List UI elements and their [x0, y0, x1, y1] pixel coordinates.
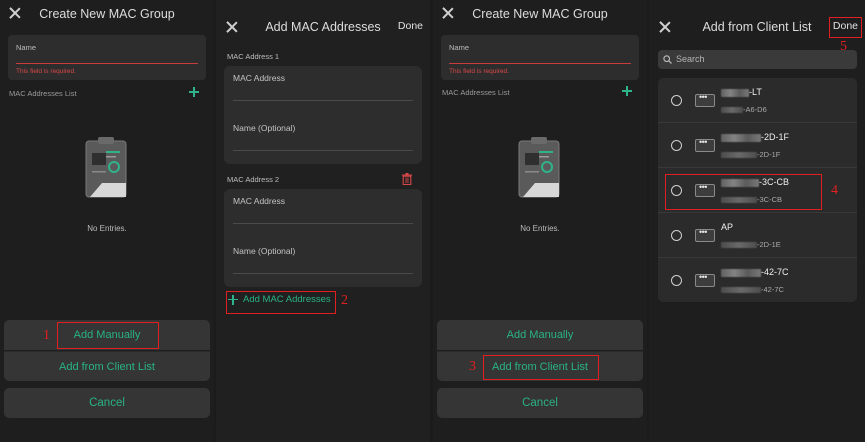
search-icon	[663, 55, 672, 64]
client-mac: -A6-D6	[721, 105, 767, 114]
client-name: -LT	[721, 87, 762, 97]
add-from-client-list-screen: Add from Client List Done 5 Search -LT -…	[649, 0, 865, 442]
device-icon	[695, 92, 715, 107]
client-name: AP	[721, 222, 734, 232]
create-mac-group-screen: Create New MAC Group Name This field is …	[0, 0, 214, 442]
divider	[233, 150, 413, 151]
annotation-box-3	[483, 355, 599, 380]
name-field-underline	[449, 63, 631, 64]
name-field-label: Name	[449, 43, 470, 52]
mac-address-1-card: MAC Address Name (Optional)	[224, 66, 422, 164]
done-button[interactable]: Done	[398, 20, 423, 32]
add-mac-plus-icon[interactable]	[189, 87, 199, 97]
title-bar: Add MAC Addresses Done	[216, 0, 430, 34]
add-mac-addresses-screen: Add MAC Addresses Done MAC Address 1 MAC…	[216, 0, 430, 442]
add-mac-plus-icon[interactable]	[622, 86, 632, 96]
name-field-error: This field is required.	[16, 68, 76, 75]
client-row[interactable]: -LT -A6-D6	[658, 78, 857, 123]
search-placeholder: Search	[676, 54, 705, 64]
page-title: Create New MAC Group	[39, 7, 175, 21]
mac-address-2-card: MAC Address Name (Optional)	[224, 189, 422, 287]
name-optional-input[interactable]: Name (Optional)	[233, 123, 295, 133]
client-row[interactable]: -42-7C -42-7C	[658, 258, 857, 303]
mac-address-input[interactable]: MAC Address	[233, 73, 285, 83]
client-mac: -2D-1E	[721, 240, 781, 249]
annotation-box-2	[226, 291, 336, 314]
name-field-error: This field is required.	[449, 68, 509, 75]
empty-clipboard-icon	[518, 137, 560, 198]
client-name: -2D-1F	[721, 132, 789, 142]
divider	[233, 100, 413, 101]
device-icon	[695, 137, 715, 152]
client-mac: -2D-1F	[721, 150, 780, 159]
divider	[233, 223, 413, 224]
mac-address-1-label: MAC Address 1	[227, 52, 280, 61]
cancel-button[interactable]: Cancel	[437, 388, 643, 418]
mac-address-2-label: MAC Address 2	[227, 175, 280, 184]
annotation-number-2: 2	[341, 293, 348, 308]
add-from-client-list-button[interactable]: Add from Client List	[4, 351, 210, 381]
annotation-box-4	[665, 174, 822, 210]
divider	[233, 273, 413, 274]
annotation-number-1: 1	[43, 328, 50, 343]
mac-list-label: MAC Addresses List	[9, 89, 77, 98]
annotation-box-1	[57, 322, 159, 349]
name-field[interactable]: Name This field is required.	[8, 35, 206, 80]
empty-state-text: No Entries.	[520, 224, 560, 233]
mac-list-label: MAC Addresses List	[442, 88, 510, 97]
empty-clipboard-icon	[85, 137, 127, 198]
mac-address-input[interactable]: MAC Address	[233, 196, 285, 206]
device-icon	[695, 227, 715, 242]
title-bar: Create New MAC Group	[433, 0, 647, 30]
client-row[interactable]: AP -2D-1E	[658, 213, 857, 258]
empty-state-text: No Entries.	[87, 224, 127, 233]
name-field-label: Name	[16, 43, 37, 52]
name-optional-input[interactable]: Name (Optional)	[233, 246, 295, 256]
client-row[interactable]: -2D-1F -2D-1F	[658, 123, 857, 168]
title-bar: Create New MAC Group	[0, 0, 214, 30]
radio-button[interactable]	[671, 275, 682, 286]
create-mac-group-screen: Create New MAC Group Name This field is …	[433, 0, 647, 442]
cancel-button[interactable]: Cancel	[4, 388, 210, 418]
name-field-underline	[16, 63, 198, 64]
radio-button[interactable]	[671, 95, 682, 106]
radio-button[interactable]	[671, 140, 682, 151]
client-mac: -42-7C	[721, 285, 784, 294]
radio-button[interactable]	[671, 230, 682, 241]
name-field[interactable]: Name This field is required.	[441, 35, 639, 80]
search-input[interactable]: Search	[658, 50, 857, 69]
annotation-number-4: 4	[831, 183, 838, 198]
annotation-number-3: 3	[469, 359, 476, 374]
delete-trash-icon[interactable]	[402, 173, 412, 185]
page-title: Create New MAC Group	[472, 7, 608, 21]
add-manually-button[interactable]: Add Manually	[437, 320, 643, 350]
device-icon	[695, 272, 715, 287]
client-name: -42-7C	[721, 267, 789, 277]
annotation-box-5	[829, 17, 862, 38]
